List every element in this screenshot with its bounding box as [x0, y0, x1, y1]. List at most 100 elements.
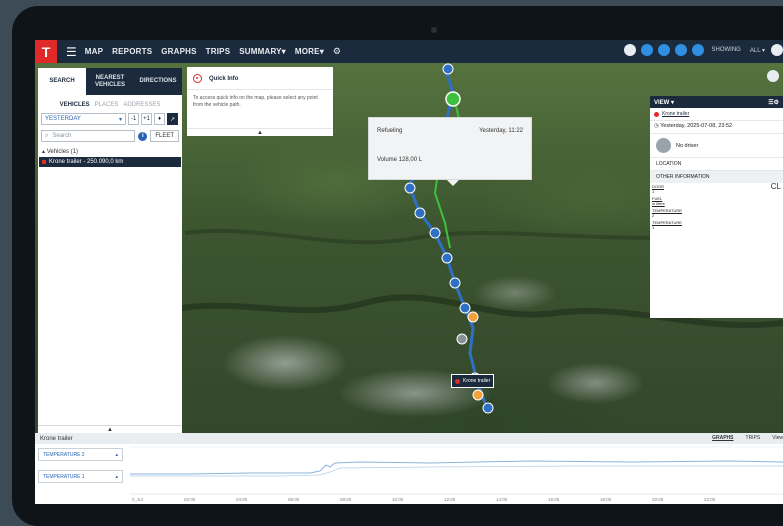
quick-info-panel: Quick Info To access quick info on the m… — [187, 67, 333, 136]
tab-nearest-vehicles[interactable]: NEAREST VEHICLES — [86, 68, 134, 95]
vehicle-group[interactable]: ▴ Vehicles (1) — [38, 142, 182, 157]
nav-map[interactable]: MAP — [85, 47, 103, 56]
temperature-2-line — [130, 460, 783, 475]
left-panel: SEARCH NEAREST VEHICLES DIRECTIONS VEHIC… — [38, 68, 182, 433]
x-tick-label: 20:00 — [652, 497, 664, 502]
field-door: DOOR 1 CL — [650, 183, 783, 195]
x-tick-label: 14:00 — [496, 497, 508, 502]
view-dropdown[interactable]: VIEW ▾ — [654, 99, 674, 106]
next-day-button[interactable]: +1 — [141, 113, 152, 125]
alerts-icon[interactable] — [674, 44, 687, 56]
camera — [431, 27, 437, 33]
graph-panel-header: Krone trailer GRAPHS TRIPS View — [35, 433, 783, 444]
x-axis-ticks: 0_Jul 02:00 04:00 06:00 08:00 10:00 12:00 14:00… — [132, 497, 716, 502]
field-temp1-value: 1 — [652, 225, 655, 230]
x-tick-label: 02:00 — [184, 497, 196, 502]
series-temperature-2[interactable]: TEMPERATURE 2 ▴ — [38, 448, 123, 461]
refueling-title: Refueling — [377, 128, 403, 134]
subtab-places[interactable]: PLACES — [95, 102, 119, 108]
truck-icon — [455, 378, 460, 384]
x-tick-label: 0_Jul — [132, 497, 143, 502]
pin-icon[interactable]: ♦ — [154, 113, 165, 125]
x-tick-label: 16:00 — [548, 497, 560, 502]
info-icon[interactable]: i — [138, 131, 148, 141]
date-select[interactable]: YESTERDAY ▾ — [41, 113, 126, 125]
vehicle-name: Krone trailer — [662, 111, 690, 117]
showing-filter[interactable]: ALL ▾ — [750, 47, 765, 54]
search-input[interactable]: ⌕ Search — [41, 130, 136, 142]
nav-graphs[interactable]: GRAPHS — [161, 47, 196, 56]
quick-info-header: Quick Info — [187, 67, 333, 89]
driver-name: No driver — [676, 142, 699, 149]
previous-day-button[interactable]: -1 — [128, 113, 139, 125]
chevron-down-icon: ▾ — [118, 116, 122, 123]
nav-summary[interactable]: SUMMARY▾ — [239, 47, 286, 56]
vehicle-name-link[interactable]: Krone trailer — [650, 108, 783, 120]
graph-panel: Krone trailer GRAPHS TRIPS View TEMPERAT… — [35, 433, 783, 504]
collapse-quick-info-button[interactable]: ▲ — [187, 128, 333, 136]
view-header: VIEW ▾ ☰⚙ — [650, 96, 783, 108]
subtab-addresses[interactable]: ADDRESSES — [123, 102, 160, 108]
collapse-panel-button[interactable]: ▲ — [38, 425, 182, 433]
graph-series-list: TEMPERATURE 2 ▴ TEMPERATURE 1 ▴ — [38, 448, 123, 492]
last-update: ◷ Yesterday, 2025-07-08, 23:52 — [650, 120, 783, 133]
series-temp2-label: TEMPERATURE 2 — [43, 451, 85, 458]
tab-directions[interactable]: DIRECTIONS — [134, 68, 182, 95]
messages-icon[interactable] — [657, 44, 670, 56]
hamburger-icon[interactable]: ☰ — [66, 45, 77, 59]
nav-more[interactable]: MORE▾ — [295, 47, 324, 56]
refueling-header: Refueling Yesterday, 11:22 — [369, 118, 531, 134]
tab-graphs[interactable]: GRAPHS — [712, 435, 733, 441]
user-status-icon[interactable] — [623, 44, 636, 56]
help-icon[interactable] — [691, 44, 704, 56]
x-tick-label: 12:00 — [444, 497, 456, 502]
app-logo[interactable]: T — [35, 40, 57, 63]
location-section[interactable]: LOCATION — [650, 157, 783, 170]
vehicle-group-label: Vehicles (1) — [46, 149, 79, 155]
notification-icon[interactable] — [640, 44, 653, 56]
top-nav-bar: T ☰ MAP REPORTS GRAPHS TRIPS SUMMARY▾ MO… — [35, 40, 783, 63]
app-screen: T ☰ MAP REPORTS GRAPHS TRIPS SUMMARY▾ MO… — [35, 40, 783, 504]
nav-trips[interactable]: TRIPS — [206, 47, 231, 56]
list-item[interactable]: Krone trailer - 250.090,0 km — [39, 157, 181, 167]
field-fuel: FUEL in liters — [650, 195, 783, 207]
door-state: CL — [770, 182, 781, 191]
x-tick-label: 22:00 — [704, 497, 716, 502]
popup-pointer — [447, 180, 459, 186]
vehicle-marker[interactable]: Krone trailer — [451, 374, 495, 388]
x-tick-label: 06:00 — [288, 497, 300, 502]
quick-info-text: To access quick info on the map, please … — [187, 89, 333, 109]
vehicle-details-panel: VIEW ▾ ☰⚙ Krone trailer ◷ Yesterday, 202… — [650, 96, 783, 318]
series-temperature-1[interactable]: TEMPERATURE 1 ▴ — [38, 470, 123, 483]
stop-grey-icon — [456, 333, 468, 345]
series-temp1-label: TEMPERATURE 1 — [43, 473, 85, 480]
route-icon[interactable]: ↗ — [167, 113, 178, 125]
tab-view[interactable]: View — [772, 435, 783, 441]
avatar[interactable] — [771, 44, 783, 56]
driver-avatar — [656, 138, 671, 153]
search-row: ⌕ Search i FLEET — [38, 125, 182, 142]
temperature-graph[interactable]: 0_Jul 02:00 04:00 06:00 08:00 10:00 12:00 14:00… — [130, 445, 783, 504]
tab-search[interactable]: SEARCH — [38, 68, 86, 95]
driver-row: No driver — [650, 133, 783, 157]
fleet-button[interactable]: FLEET — [150, 130, 179, 142]
vehicle-status-icon — [42, 160, 46, 164]
other-info-section[interactable]: OTHER INFORMATION — [650, 170, 783, 183]
nav-reports[interactable]: REPORTS — [112, 47, 152, 56]
subtab-vehicles[interactable]: VEHICLES — [60, 102, 90, 108]
field-temp2-value: 2 — [652, 213, 655, 218]
search-icon: ⌕ — [45, 132, 49, 139]
chevron-up-icon: ▴ — [115, 473, 118, 480]
panel-menu-icon[interactable]: ☰⚙ — [768, 99, 779, 106]
stop-orange-icon — [467, 311, 479, 323]
tab-trips[interactable]: TRIPS — [746, 435, 761, 441]
showing-label: SHOWING — [711, 47, 741, 53]
graph-title: Krone trailer — [40, 435, 73, 442]
last-update-time: Yesterday, 2025-07-08, 23:52 — [660, 123, 733, 129]
refueling-popup: Refueling Yesterday, 11:22 Volume 128,00… — [368, 117, 532, 186]
date-row: YESTERDAY ▾ -1 +1 ♦ ↗ — [38, 113, 182, 125]
x-tick-label: 04:00 — [236, 497, 248, 502]
map-layers-icon — [767, 70, 779, 82]
left-panel-tabs: SEARCH NEAREST VEHICLES DIRECTIONS — [38, 68, 182, 95]
gear-icon[interactable]: ⚙ — [333, 46, 341, 57]
